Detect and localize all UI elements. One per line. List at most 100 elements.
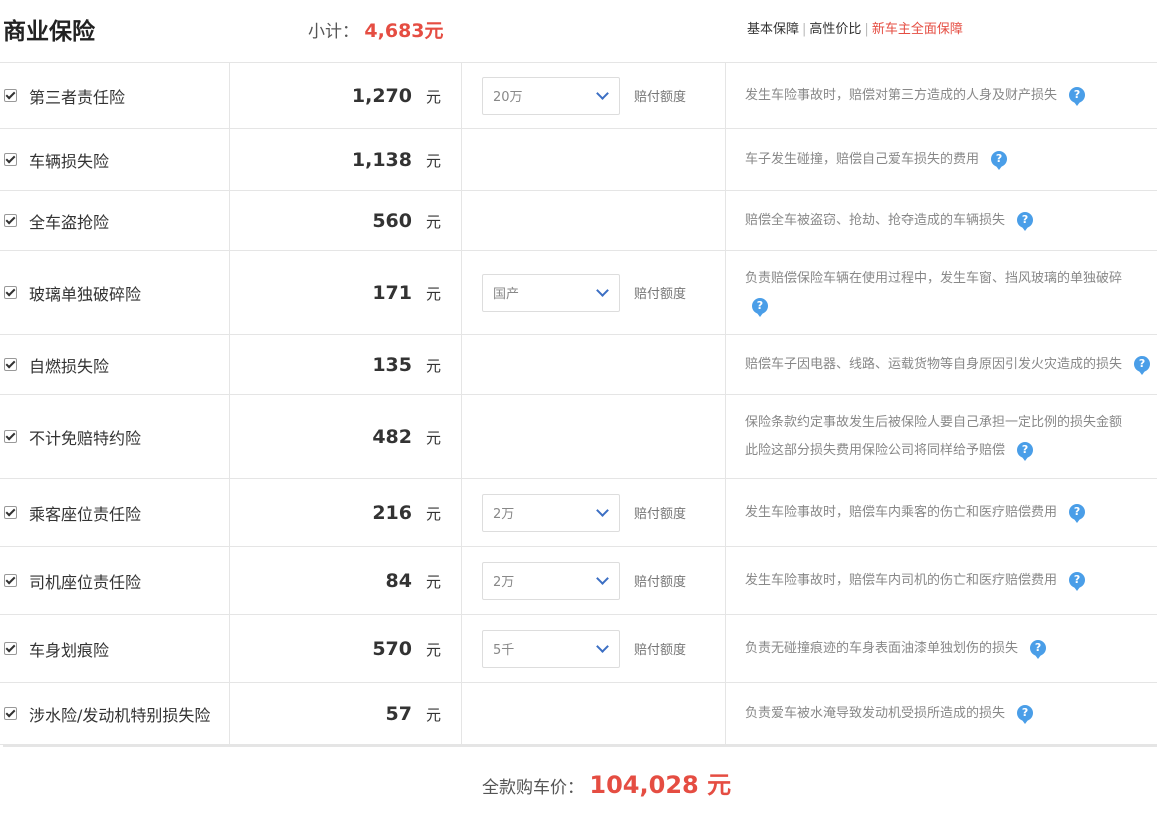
insurance-price-cell: 1,138元 bbox=[230, 129, 462, 191]
coverage-select-wrap: 国产 赔付额度 bbox=[462, 274, 725, 312]
pay-limit-label: 赔付额度 bbox=[634, 503, 686, 522]
coverage-cell bbox=[462, 129, 726, 191]
help-icon[interactable]: ? bbox=[1069, 572, 1085, 588]
insurance-checkbox[interactable] bbox=[4, 358, 17, 371]
help-icon[interactable]: ? bbox=[752, 298, 768, 314]
description-line: 负责爱车被水淹导致发动机受损所造成的损失 bbox=[745, 706, 1005, 721]
insurance-name: 玻璃单独破碎险 bbox=[29, 285, 141, 304]
description-cell: 赔偿全车被盗窃、抢劫、抢夺造成的车辆损失? bbox=[726, 191, 1157, 251]
description-cell: 发生车险事故时，赔偿车内乘客的伤亡和医疗赔偿费用? bbox=[726, 479, 1157, 547]
insurance-name-cell: 不计免赔特约险 bbox=[0, 395, 230, 479]
price-unit: 元 bbox=[426, 503, 441, 524]
insurance-description: 发生车险事故时，赔偿车内乘客的伤亡和医疗赔偿费用? bbox=[726, 499, 1157, 527]
coverage-cell: 5千 赔付额度 bbox=[462, 615, 726, 683]
description-cell: 赔偿车子因电器、线路、运载货物等自身原因引发火灾造成的损失? bbox=[726, 335, 1157, 395]
price-unit: 元 bbox=[426, 355, 441, 376]
help-icon[interactable]: ? bbox=[1134, 356, 1150, 372]
description-line: 赔偿车子因电器、线路、运载货物等自身原因引发火灾造成的损失 bbox=[745, 357, 1122, 372]
description-cell: 发生车险事故时，赔偿车内司机的伤亡和医疗赔偿费用? bbox=[726, 547, 1157, 615]
help-icon[interactable]: ? bbox=[1030, 640, 1046, 656]
chevron-down-icon bbox=[596, 504, 609, 517]
description-cell: 保险条款约定事故发生后被保险人要自己承担一定比例的损失金额 此险这部分损失费用保… bbox=[726, 395, 1157, 479]
price-unit: 元 bbox=[426, 283, 441, 304]
help-icon[interactable]: ? bbox=[1069, 87, 1085, 103]
insurance-checkbox[interactable] bbox=[4, 574, 17, 587]
insurance-checkbox[interactable] bbox=[4, 153, 17, 166]
insurance-price: 1,138 bbox=[352, 149, 412, 171]
insurance-description: 保险条款约定事故发生后被保险人要自己承担一定比例的损失金额 此险这部分损失费用保… bbox=[726, 409, 1157, 465]
insurance-checkbox[interactable] bbox=[4, 642, 17, 655]
insurance-checkbox[interactable] bbox=[4, 214, 17, 227]
insurance-name: 不计免赔特约险 bbox=[29, 429, 141, 448]
price-unit: 元 bbox=[426, 211, 441, 232]
coverage-cell: 国产 赔付额度 bbox=[462, 251, 726, 335]
coverage-select-wrap: 20万 赔付额度 bbox=[462, 77, 725, 115]
insurance-name-cell: 车辆损失险 bbox=[0, 129, 230, 191]
table-row: 第三者责任险 1,270元 20万 赔付额度 发生车险事故时，赔偿对第三方造成的… bbox=[0, 63, 1157, 129]
insurance-price-cell: 84元 bbox=[230, 547, 462, 615]
coverage-cell: 20万 赔付额度 bbox=[462, 63, 726, 129]
coverage-cell: 2万 赔付额度 bbox=[462, 479, 726, 547]
insurance-name-cell: 司机座位责任险 bbox=[0, 547, 230, 615]
insurance-checkbox[interactable] bbox=[4, 506, 17, 519]
coverage-select-value: 国产 bbox=[493, 283, 519, 302]
insurance-price-cell: 135 元 bbox=[230, 335, 462, 395]
insurance-checkbox[interactable] bbox=[4, 707, 17, 720]
help-icon[interactable]: ? bbox=[1017, 705, 1033, 721]
chevron-down-icon bbox=[596, 87, 609, 100]
insurance-checkbox[interactable] bbox=[4, 286, 17, 299]
coverage-select[interactable]: 20万 bbox=[482, 77, 620, 115]
pay-limit-label: 赔付额度 bbox=[634, 86, 686, 105]
insurance-checkbox[interactable] bbox=[4, 89, 17, 102]
section-title: 商业保险 bbox=[3, 12, 95, 46]
insurance-name: 司机座位责任险 bbox=[29, 573, 141, 592]
insurance-price: 84 bbox=[386, 570, 412, 592]
table-row: 不计免赔特约险 482元 保险条款约定事故发生后被保险人要自己承担一定比例的损失… bbox=[0, 395, 1157, 479]
preset-links: 基本保障|高性价比|新车主全面保障 bbox=[747, 18, 963, 37]
description-line: 保险条款约定事故发生后被保险人要自己承担一定比例的损失金额 bbox=[745, 409, 1157, 437]
description-cell: 负责赔偿保险车辆在使用过程中，发生车窗、挡风玻璃的单独破碎 ? bbox=[726, 251, 1157, 335]
description-cell: 发生车险事故时，赔偿对第三方造成的人身及财产损失? bbox=[726, 63, 1157, 129]
help-icon[interactable]: ? bbox=[1017, 442, 1033, 458]
coverage-select[interactable]: 国产 bbox=[482, 274, 620, 312]
insurance-name-cell: 自燃损失险 bbox=[0, 335, 230, 395]
help-icon[interactable]: ? bbox=[991, 151, 1007, 167]
total-price: 全款购车价： 104,028 元 bbox=[482, 765, 731, 800]
coverage-select-wrap: 5千 赔付额度 bbox=[462, 630, 725, 668]
insurance-price: 135 bbox=[372, 354, 412, 376]
insurance-price: 216 bbox=[372, 502, 412, 524]
preset-basic-link[interactable]: 基本保障 bbox=[747, 22, 799, 37]
description-line: 负责无碰撞痕迹的车身表面油漆单独划伤的损失 bbox=[745, 641, 1018, 656]
subtotal-value: 4,683元 bbox=[364, 20, 443, 42]
insurance-checkbox[interactable] bbox=[4, 430, 17, 443]
insurance-price-cell: 57元 bbox=[230, 683, 462, 745]
preset-value-link[interactable]: 高性价比 bbox=[809, 22, 861, 37]
coverage-select-value: 20万 bbox=[493, 86, 523, 105]
insurance-name-cell: 车身划痕险 bbox=[0, 615, 230, 683]
insurance-name: 全车盗抢险 bbox=[29, 213, 109, 232]
insurance-description: 负责无碰撞痕迹的车身表面油漆单独划伤的损失? bbox=[726, 635, 1157, 663]
table-row: 车辆损失险 1,138元 车子发生碰撞，赔偿自己爱车损失的费用? bbox=[0, 129, 1157, 191]
description-line: 赔偿全车被盗窃、抢劫、抢夺造成的车辆损失 bbox=[745, 213, 1005, 228]
coverage-select[interactable]: 5千 bbox=[482, 630, 620, 668]
table-row: 涉水险/发动机特别损失险 57元 负责爱车被水淹导致发动机受损所造成的损失? bbox=[0, 683, 1157, 745]
insurance-description: 负责爱车被水淹导致发动机受损所造成的损失? bbox=[726, 700, 1157, 728]
price-unit: 元 bbox=[426, 704, 441, 725]
insurance-name: 乘客座位责任险 bbox=[29, 505, 141, 524]
coverage-select[interactable]: 2万 bbox=[482, 494, 620, 532]
pay-limit-label: 赔付额度 bbox=[634, 571, 686, 590]
insurance-description: 赔偿车子因电器、线路、运载货物等自身原因引发火灾造成的损失? bbox=[726, 351, 1157, 379]
section-header: 商业保险 小计： 4,683元 基本保障|高性价比|新车主全面保障 bbox=[0, 0, 1157, 62]
coverage-select-value: 2万 bbox=[493, 571, 514, 590]
insurance-name: 车辆损失险 bbox=[29, 152, 109, 171]
coverage-cell bbox=[462, 395, 726, 479]
description-line: 此险这部分损失费用保险公司将同样给予赔偿 bbox=[745, 443, 1005, 458]
insurance-description: 车子发生碰撞，赔偿自己爱车损失的费用? bbox=[726, 146, 1157, 174]
help-icon[interactable]: ? bbox=[1017, 212, 1033, 228]
preset-full-link[interactable]: 新车主全面保障 bbox=[872, 22, 963, 37]
subtotal-label: 小计： bbox=[308, 22, 359, 42]
coverage-select[interactable]: 2万 bbox=[482, 562, 620, 600]
chevron-down-icon bbox=[596, 572, 609, 585]
insurance-name: 车身划痕险 bbox=[29, 641, 109, 660]
help-icon[interactable]: ? bbox=[1069, 504, 1085, 520]
